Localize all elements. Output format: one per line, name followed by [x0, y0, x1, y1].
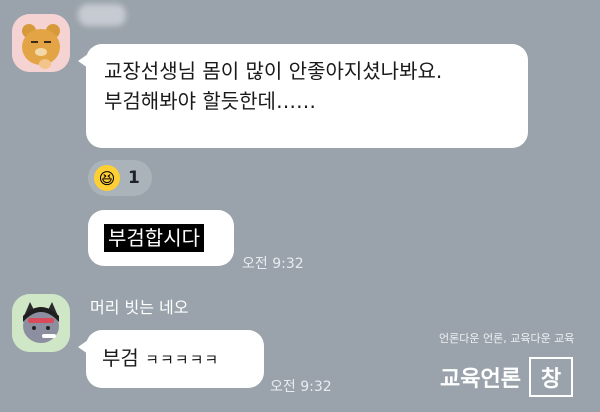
- cat-character-icon: [12, 294, 70, 352]
- reaction-badge[interactable]: 😆 1: [88, 160, 152, 196]
- blurred-sender-name: [78, 4, 126, 26]
- bear-character-icon: [12, 14, 70, 72]
- watermark-brand: 교육언론 창: [440, 357, 573, 397]
- message-bubble[interactable]: 교장선생님 몸이 많이 안좋아지셨나봐요. 부검해봐야 할듯한데……: [78, 44, 528, 148]
- watermark-brand-box: 창: [528, 357, 573, 397]
- sender-name: 머리 빗는 네오: [90, 298, 189, 317]
- reaction-count: 1: [128, 168, 140, 188]
- avatar-first-sender[interactable]: [12, 14, 70, 72]
- message-line: 교장선생님 몸이 많이 안좋아지셨나봐요.: [104, 59, 443, 83]
- message-bubble[interactable]: 부검 ㅋㅋㅋㅋㅋ: [78, 330, 264, 388]
- message-line: 부검해봐야 할듯한데……: [104, 89, 316, 113]
- highlighted-message-text: 부검합시다: [104, 224, 204, 252]
- watermark-tagline: 언론다운 언론, 교육다운 교육: [439, 332, 575, 345]
- watermark-brand-name: 교육언론: [440, 367, 521, 392]
- avatar-second-sender[interactable]: [12, 294, 70, 352]
- chat-view: 교장선생님 몸이 많이 안좋아지셨나봐요. 부검해봐야 할듯한데…… 😆 1 부…: [0, 0, 600, 412]
- message-timestamp: 오전 9:32: [242, 256, 304, 272]
- message-laugh-text: ㅋㅋㅋㅋㅋ: [145, 351, 220, 369]
- laughing-emoji-icon: 😆: [94, 165, 120, 191]
- message-timestamp: 오전 9:32: [270, 379, 332, 395]
- message-bubble[interactable]: 부검합시다: [88, 210, 234, 266]
- message-text: 부검: [102, 346, 139, 370]
